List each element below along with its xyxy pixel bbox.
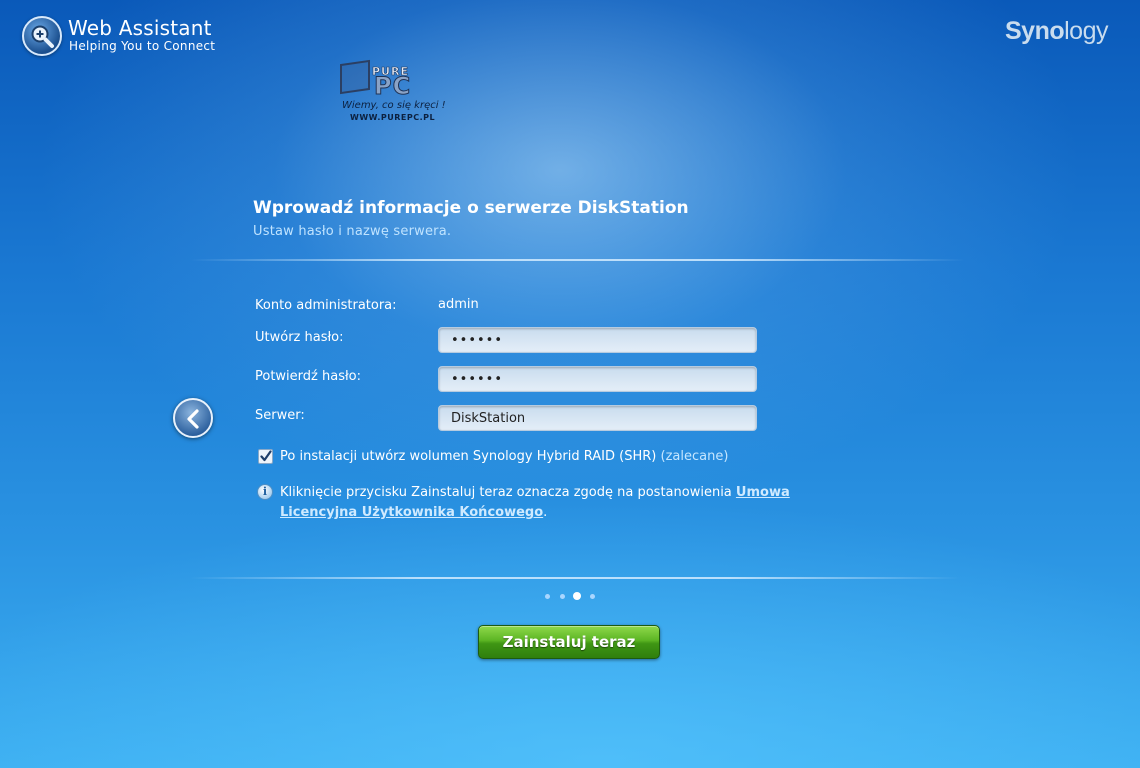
- eula-notice-text: Kliknięcie przycisku Zainstaluj teraz oz…: [280, 485, 736, 500]
- shr-checkbox-label[interactable]: Po instalacji utwórz wolumen Synology Hy…: [280, 449, 728, 464]
- page-title: Wprowadź informacje o serwerze DiskStati…: [253, 198, 689, 218]
- server-label: Serwer:: [255, 408, 305, 423]
- web-assistant-logo-icon: [22, 16, 62, 56]
- pager-dot-4: [590, 594, 595, 599]
- shr-checkbox-text: Po instalacji utwórz wolumen Synology Hy…: [280, 449, 657, 464]
- password-field[interactable]: [438, 327, 757, 353]
- purepc-watermark: PURE PC Wiemy, co się kręci ! WWW.PUREPC…: [340, 59, 450, 126]
- brand-bold: Syno: [1005, 17, 1065, 45]
- install-now-button[interactable]: Zainstaluj teraz: [478, 625, 660, 659]
- confirm-password-label: Potwierdź hasło:: [255, 369, 361, 384]
- checkmark-icon: [260, 450, 272, 462]
- eula-notice: Kliknięcie przycisku Zainstaluj teraz oz…: [280, 483, 860, 523]
- divider-bottom: [190, 577, 960, 579]
- watermark-brand-main: PC: [373, 72, 412, 101]
- app-title: Web Assistant: [68, 16, 212, 40]
- confirm-password-field[interactable]: [438, 366, 757, 392]
- password-label: Utwórz hasło:: [255, 330, 344, 345]
- synology-logo: Synology: [1005, 17, 1108, 46]
- brand-light: logy: [1064, 17, 1108, 45]
- eula-notice-suffix: .: [543, 505, 548, 520]
- pager-dot-3-active: [573, 592, 581, 600]
- server-name-field[interactable]: [438, 405, 757, 431]
- shr-recommended-hint: (zalecane): [660, 449, 729, 464]
- watermark-cube-icon: [340, 59, 370, 95]
- pager-dot-2: [560, 594, 565, 599]
- shr-checkbox[interactable]: [258, 449, 273, 464]
- divider-top: [190, 259, 965, 261]
- pager-dot-1: [545, 594, 550, 599]
- watermark-url: WWW.PUREPC.PL: [350, 113, 436, 122]
- admin-account-label: Konto administratora:: [255, 298, 397, 313]
- watermark-tagline: Wiemy, co się kręci !: [342, 100, 446, 111]
- chevron-left-icon: [187, 409, 199, 429]
- info-icon: i: [257, 484, 273, 500]
- admin-account-value: admin: [438, 297, 479, 312]
- back-button[interactable]: [173, 398, 213, 438]
- app-subtitle: Helping You to Connect: [69, 39, 216, 53]
- page-subtitle: Ustaw hasło i nazwę serwera.: [253, 224, 452, 239]
